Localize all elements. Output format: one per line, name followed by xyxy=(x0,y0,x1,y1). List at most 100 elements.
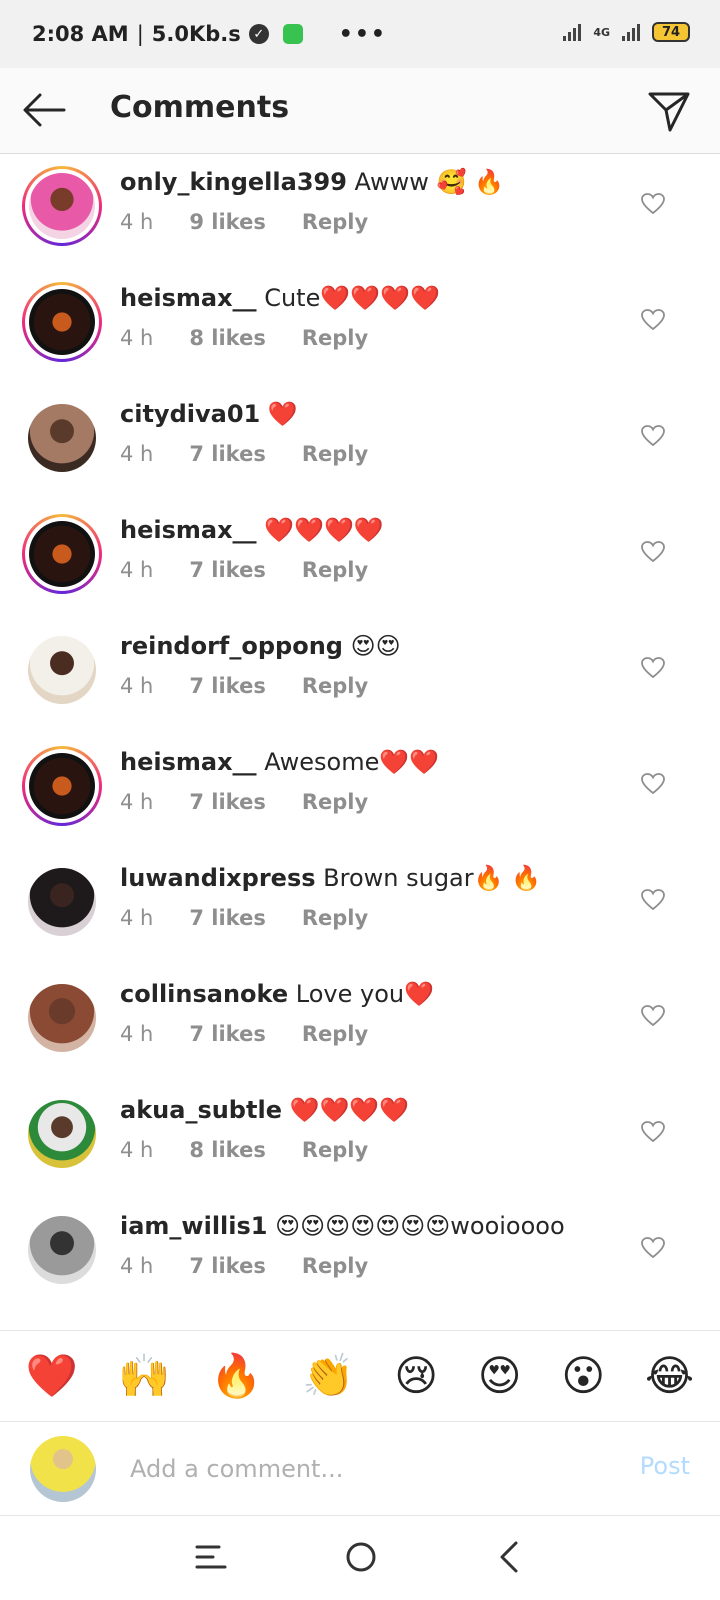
signal-icon-2 xyxy=(622,23,640,41)
emoji-reaction-button[interactable]: ❤️ xyxy=(26,1355,78,1397)
avatar-ring-inner xyxy=(25,517,99,591)
comment-username[interactable]: heismax__ xyxy=(120,284,257,312)
nav-back-icon[interactable] xyxy=(494,1540,528,1574)
comment-username[interactable]: akua_subtle xyxy=(120,1096,282,1124)
like-heart-icon[interactable] xyxy=(640,540,666,564)
recent-apps-icon[interactable] xyxy=(194,1540,228,1574)
comment-row[interactable]: collinsanoke Love you❤️ 4 h 7 likes Reply xyxy=(0,966,720,1082)
comment-username[interactable]: reindorf_oppong xyxy=(120,632,343,660)
back-arrow-icon[interactable] xyxy=(20,90,68,130)
my-avatar xyxy=(30,1436,96,1502)
comment-body: Awww 🥰 🔥 xyxy=(346,168,504,196)
reply-button[interactable]: Reply xyxy=(302,442,368,466)
like-heart-icon[interactable] xyxy=(640,1004,666,1028)
post-button[interactable]: Post xyxy=(640,1452,690,1480)
reply-button[interactable]: Reply xyxy=(302,1254,368,1278)
emoji-reaction-button[interactable]: 👏 xyxy=(302,1355,354,1397)
comment-username[interactable]: heismax__ xyxy=(120,748,257,776)
comment-likes[interactable]: 8 likes xyxy=(189,326,265,350)
comment-text: heismax__ Awesome❤️❤️ xyxy=(120,748,439,776)
emoji-reaction-button[interactable]: 🔥 xyxy=(210,1355,262,1397)
comments-list[interactable]: only_kingella399 Awww 🥰 🔥 4 h 9 likes Reply… xyxy=(0,154,720,1330)
emoji-bar: ❤️ 🙌 🔥 👏 😢 😍 😮 😂 xyxy=(0,1330,720,1422)
emoji-reaction-button[interactable]: 😍 xyxy=(478,1355,522,1397)
like-heart-icon[interactable] xyxy=(640,1236,666,1260)
comment-row[interactable]: iam_willis1 😍😍😍😍😍😍😍wooioooo 4 h 7 likes Rep… xyxy=(0,1198,720,1314)
comment-username[interactable]: iam_willis1 xyxy=(120,1212,268,1240)
comment-username[interactable]: only_kingella399 xyxy=(120,168,347,196)
comment-meta: 4 h 8 likes Reply xyxy=(120,326,368,350)
avatar[interactable] xyxy=(28,404,96,472)
comment-likes[interactable]: 8 likes xyxy=(189,1138,265,1162)
reply-button[interactable]: Reply xyxy=(302,1022,368,1046)
comment-username[interactable]: luwandixpress xyxy=(120,864,316,892)
comment-likes[interactable]: 7 likes xyxy=(189,1254,265,1278)
avatar[interactable] xyxy=(28,1100,96,1168)
comment-composer: Post xyxy=(0,1422,720,1516)
emoji-reaction-button[interactable]: 😮 xyxy=(561,1355,605,1397)
comment-text: collinsanoke Love you❤️ xyxy=(120,980,434,1008)
comment-row[interactable]: heismax__ Cute❤️❤️❤️❤️ 4 h 8 likes Reply xyxy=(0,270,720,386)
comment-row[interactable]: citydiva01 ❤️ 4 h 7 likes Reply xyxy=(0,386,720,502)
reply-button[interactable]: Reply xyxy=(302,674,368,698)
comment-username[interactable]: collinsanoke xyxy=(120,980,288,1008)
comment-row[interactable]: only_kingella399 Awww 🥰 🔥 4 h 9 likes Reply xyxy=(0,154,720,270)
avatar-image xyxy=(29,173,95,239)
emoji-reaction-button[interactable]: 🙌 xyxy=(118,1355,170,1397)
comment-row[interactable]: luwandixpress Brown sugar🔥 🔥 4 h 7 likes Re… xyxy=(0,850,720,966)
avatar-image xyxy=(29,521,95,587)
comment-likes[interactable]: 7 likes xyxy=(189,1022,265,1046)
comment-likes[interactable]: 7 likes xyxy=(189,558,265,582)
status-left: 2:08 AM | 5.0Kb.s ✓ ••• xyxy=(32,22,387,47)
reply-button[interactable]: Reply xyxy=(302,906,368,930)
avatar[interactable] xyxy=(22,282,102,362)
like-heart-icon[interactable] xyxy=(640,308,666,332)
comment-body: Cute❤️❤️❤️❤️ xyxy=(256,284,440,312)
comment-row[interactable]: heismax__ Awesome❤️❤️ 4 h 7 likes Reply xyxy=(0,734,720,850)
like-heart-icon[interactable] xyxy=(640,424,666,448)
comment-input[interactable] xyxy=(130,1446,610,1492)
comment-username[interactable]: heismax__ xyxy=(120,516,257,544)
reply-button[interactable]: Reply xyxy=(302,326,368,350)
home-icon[interactable] xyxy=(344,1540,378,1574)
emoji-reaction-button[interactable]: 😢 xyxy=(394,1355,438,1397)
like-heart-icon[interactable] xyxy=(640,656,666,680)
comment-time: 4 h xyxy=(120,1138,154,1162)
avatar[interactable] xyxy=(22,746,102,826)
like-heart-icon[interactable] xyxy=(640,888,666,912)
reply-button[interactable]: Reply xyxy=(302,1138,368,1162)
comment-body: Brown sugar🔥 🔥 xyxy=(315,864,542,892)
reply-button[interactable]: Reply xyxy=(302,210,368,234)
avatar[interactable] xyxy=(28,984,96,1052)
comment-body: 😍😍 xyxy=(342,632,401,660)
like-heart-icon[interactable] xyxy=(640,192,666,216)
avatar[interactable] xyxy=(22,166,102,246)
comment-row[interactable]: heismax__ ❤️❤️❤️❤️ 4 h 7 likes Reply xyxy=(0,502,720,618)
comment-likes[interactable]: 7 likes xyxy=(189,442,265,466)
like-heart-icon[interactable] xyxy=(640,772,666,796)
emoji-reaction-button[interactable]: 😂 xyxy=(645,1355,694,1397)
avatar[interactable] xyxy=(28,868,96,936)
comment-text: only_kingella399 Awww 🥰 🔥 xyxy=(120,168,504,196)
avatar-ring-inner xyxy=(25,169,99,243)
comment-username[interactable]: citydiva01 xyxy=(120,400,260,428)
verified-icon: ✓ xyxy=(248,24,269,44)
more-notifications-icon: ••• xyxy=(338,21,387,47)
comment-row[interactable]: akua_subtle ❤️❤️❤️❤️ 4 h 8 likes Reply xyxy=(0,1082,720,1198)
comment-time: 4 h xyxy=(120,558,154,582)
like-heart-icon[interactable] xyxy=(640,1120,666,1144)
avatar[interactable] xyxy=(28,636,96,704)
direct-message-icon[interactable] xyxy=(646,88,692,134)
status-separator: | xyxy=(136,22,144,46)
comment-likes[interactable]: 7 likes xyxy=(189,790,265,814)
reply-button[interactable]: Reply xyxy=(302,790,368,814)
avatar[interactable] xyxy=(22,514,102,594)
comment-text: luwandixpress Brown sugar🔥 🔥 xyxy=(120,864,541,892)
comment-likes[interactable]: 7 likes xyxy=(189,906,265,930)
reply-button[interactable]: Reply xyxy=(302,558,368,582)
comment-likes[interactable]: 7 likes xyxy=(189,674,265,698)
comment-likes[interactable]: 9 likes xyxy=(189,210,265,234)
network-type: 4G xyxy=(593,25,610,39)
avatar[interactable] xyxy=(28,1216,96,1284)
comment-row[interactable]: reindorf_oppong 😍😍 4 h 7 likes Reply xyxy=(0,618,720,734)
